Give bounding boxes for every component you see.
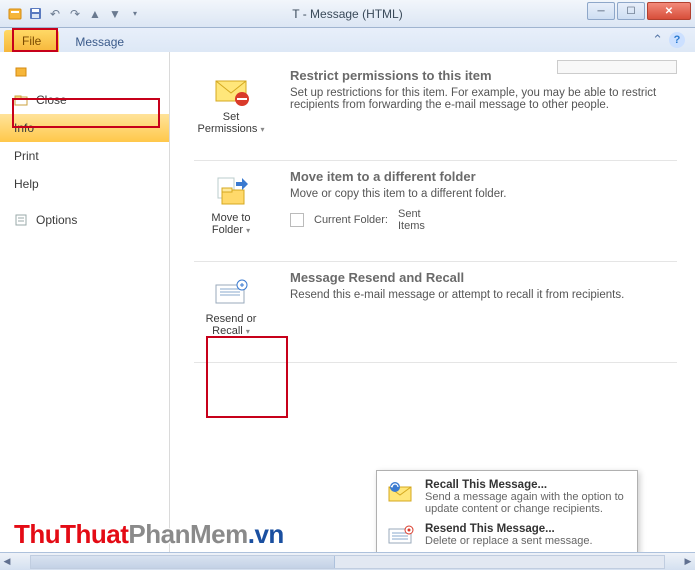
backstage-content: Set Permissions ▾ Restrict permissions t…: [170, 52, 695, 552]
sidebar-label: Options: [36, 213, 77, 227]
sidebar-item-save-attachments[interactable]: Save Attachments: [0, 58, 169, 86]
folder-square-icon: [290, 213, 304, 227]
outlook-icon: [6, 5, 24, 23]
move-folder-icon: [212, 176, 250, 208]
dropdown-item-title: Recall This Message...: [425, 479, 627, 491]
help-icon[interactable]: ?: [669, 32, 685, 48]
current-folder-value: Sent Items: [398, 208, 448, 232]
section-body: Set up restrictions for this item. For e…: [290, 87, 677, 111]
watermark-text: ThuThuatPhanMem.vn: [14, 519, 284, 550]
sidebar-item-help[interactable]: Help: [0, 170, 169, 198]
dropdown-arrow-icon: ▾: [246, 226, 250, 235]
resend-recall-dropdown: Recall This Message... Send a message ag…: [376, 470, 638, 552]
dropdown-arrow-icon: ▾: [246, 327, 250, 336]
sidebar-item-print[interactable]: Print: [0, 142, 169, 170]
dropdown-arrow-icon: ▾: [260, 125, 264, 134]
envelope-denied-icon: [212, 75, 250, 107]
resend-recall-icon: [212, 277, 250, 309]
section-move: Move to Folder ▾ Move item to a differen…: [194, 161, 677, 262]
scroll-right-arrow[interactable]: ▶: [681, 555, 695, 569]
section-body: Move or copy this item to a different fo…: [290, 188, 677, 200]
section-body: Resend this e-mail message or attempt to…: [290, 289, 677, 301]
previous-item-icon[interactable]: ▲: [86, 5, 104, 23]
backstage-sidebar: Save Attachments Close Info Print Help O…: [0, 52, 170, 552]
button-label: Set Permissions: [198, 111, 258, 135]
next-item-icon[interactable]: ▼: [106, 5, 124, 23]
sidebar-label: Help: [14, 177, 39, 191]
current-folder-row: Current Folder: Sent Items: [290, 208, 677, 232]
section-permissions: Set Permissions ▾ Restrict permissions t…: [194, 60, 677, 161]
dropdown-item-title: Resend This Message...: [425, 523, 593, 535]
watermark-part-1: ThuThuat: [14, 519, 128, 549]
attachment-icon: [14, 65, 28, 79]
maximize-button[interactable]: ☐: [617, 2, 645, 20]
resend-recall-button[interactable]: Resend or Recall ▾: [194, 270, 268, 344]
preview-thumbnail: [557, 60, 677, 74]
options-icon: [14, 213, 28, 227]
sidebar-label: Close: [36, 93, 67, 107]
minimize-button[interactable]: ─: [587, 2, 615, 20]
button-label: Move to Folder: [211, 212, 250, 236]
redo-icon[interactable]: ↷: [66, 5, 84, 23]
scroll-thumb[interactable]: [31, 556, 335, 568]
save-icon[interactable]: [26, 5, 44, 23]
move-to-folder-button[interactable]: Move to Folder ▾: [194, 169, 268, 243]
folder-close-icon: [14, 93, 28, 107]
title-bar: ↶ ↷ ▲ ▼ ▾ T - Message (HTML) ─ ☐ ✕: [0, 0, 695, 28]
window-title: T - Message (HTML): [292, 7, 402, 21]
undo-icon[interactable]: ↶: [46, 5, 64, 23]
scroll-track[interactable]: [30, 555, 665, 569]
ribbon-tabs: File Message ⌃ ?: [0, 28, 695, 52]
dropdown-item-body: Delete or replace a sent message.: [425, 535, 593, 547]
recall-message-icon: [387, 481, 415, 503]
tab-message[interactable]: Message: [63, 32, 136, 52]
resend-message-icon: [387, 525, 415, 547]
section-title: Move item to a different folder: [290, 169, 677, 184]
sidebar-item-close[interactable]: Close: [0, 86, 169, 114]
watermark-part-3: .vn: [248, 519, 284, 549]
dropdown-item-resend[interactable]: Resend This Message... Delete or replace…: [377, 519, 637, 551]
sidebar-label: Print: [14, 149, 39, 163]
dropdown-item-recall[interactable]: Recall This Message... Send a message ag…: [377, 475, 637, 519]
tab-file[interactable]: File: [4, 30, 59, 52]
minimize-ribbon-icon[interactable]: ⌃: [652, 32, 663, 48]
dropdown-item-body: Send a message again with the option to …: [425, 491, 624, 515]
current-folder-label: Current Folder:: [314, 214, 388, 226]
scroll-left-arrow[interactable]: ◀: [0, 555, 14, 569]
set-permissions-button[interactable]: Set Permissions ▾: [194, 68, 268, 142]
window-controls: ─ ☐ ✕: [587, 2, 691, 20]
horizontal-scrollbar[interactable]: ◀ ▶: [0, 552, 695, 570]
qat-customize-icon[interactable]: ▾: [126, 5, 144, 23]
sidebar-label: Info: [14, 121, 34, 135]
section-resend-recall: Resend or Recall ▾ Message Resend and Re…: [194, 262, 677, 363]
sidebar-item-options[interactable]: Options: [0, 206, 169, 234]
backstage-view: Save Attachments Close Info Print Help O…: [0, 52, 695, 552]
sidebar-item-info[interactable]: Info: [0, 114, 169, 142]
quick-access-toolbar: ↶ ↷ ▲ ▼ ▾: [0, 5, 144, 23]
close-window-button[interactable]: ✕: [647, 2, 691, 20]
watermark-part-2: PhanMem: [128, 519, 247, 549]
section-title: Message Resend and Recall: [290, 270, 677, 285]
